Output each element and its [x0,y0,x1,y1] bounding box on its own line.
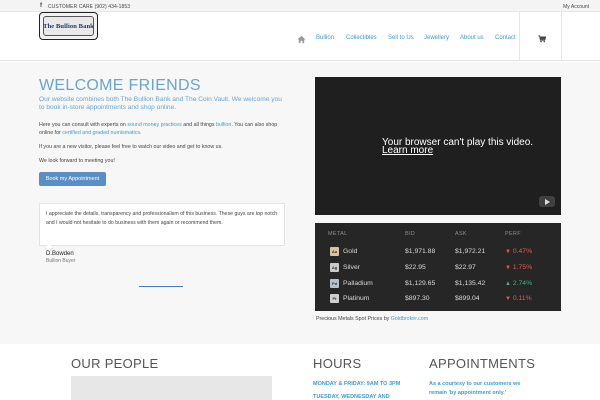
testimonial-author: D.Bowden [46,251,74,257]
col-header-ask: ASK [455,231,467,237]
book-appointment-button[interactable]: Book my Appointment [39,172,106,186]
perf-value: 2.74% [512,280,533,287]
metal-ask: $1,135.42 [455,280,486,287]
metal-perf: ▼ 0.47% [505,248,532,255]
silver-icon: Ag [330,263,339,272]
perf-value: 0.47% [512,248,533,255]
metal-bid: $897.30 [405,295,430,302]
down-arrow-icon: ▼ [505,296,511,302]
col-header-metal: METAL [328,231,348,237]
hours-heading: HOURS [313,356,362,371]
metal-bid: $22.95 [405,264,426,271]
metal-perf: ▼ 1.75% [505,264,532,271]
metal-perf: ▲ 2.74% [505,280,532,287]
intro-text: Our website combines both The Bullion Ba… [39,96,282,111]
our-people-heading: OUR PEOPLE [71,356,159,371]
closing-paragraph: We look forward to meeting you! [39,158,115,164]
hours-line: TUESDAY, WEDNESDAY AND [313,394,390,400]
metal-perf: ▼ 0.11% [505,295,532,302]
numismatics-link[interactable]: certified and graded numismatics [62,130,140,136]
nav-sell-to-us[interactable]: Sell to Us [388,35,414,41]
play-icon [545,199,550,205]
down-arrow-icon: ▼ [505,249,511,255]
metal-name: Palladium [343,280,373,287]
site-logo[interactable]: The Bullion Bank [39,12,98,40]
nav-collectibles[interactable]: Collectibles [346,35,377,41]
col-header-bid: BID [405,231,416,237]
cart-icon[interactable] [538,35,546,43]
para-text: . [140,130,142,136]
metal-bid: $1,971.88 [405,248,436,255]
perf-value: 1.75% [512,264,533,271]
intro-paragraph: Here you can consult with experts on sou… [39,121,284,137]
goldbroker-link[interactable]: Goldbroker.com [391,316,428,322]
nav-about-us[interactable]: About us [460,35,484,41]
metal-ask: $22.97 [455,264,476,271]
appointments-text: remain 'by appointment only.' [429,390,507,396]
testimonial-divider [139,286,183,287]
para-text: and all things [181,122,216,128]
visitor-paragraph: If you are a new visitor, please feel fr… [39,144,223,150]
platinum-icon: Pt [330,294,339,303]
logo-text: The Bullion Bank [43,22,94,30]
nav-jewellery[interactable]: Jewellery [424,35,449,41]
up-arrow-icon: ▲ [505,281,511,287]
testimonial-quote: I appreciate the details, transparency a… [39,203,285,246]
logo-badge: The Bullion Bank [43,16,94,36]
metal-ask: $1,972.21 [455,248,486,255]
metal-name: Platinum [343,295,370,302]
gold-icon: Au [330,247,339,256]
perf-value: 0.11% [512,295,532,302]
nav-separator-right [561,12,562,61]
sound-money-link[interactable]: sound money practices [127,122,181,128]
customer-care-text: CUSTOMER CARE (902) 434-1853 [48,3,131,10]
hours-line: MONDAY & FRIDAY: 9AM TO 3PM [313,381,401,387]
col-header-perf: PERF [505,231,521,237]
learn-more-link[interactable]: Learn more [382,145,433,156]
metal-name: Silver [343,264,360,271]
price-credit: Precious Metals Spot Prices by Goldbroke… [316,316,428,322]
people-image-placeholder [71,376,272,400]
appointments-heading: APPOINTMENTS [429,356,536,371]
top-bar: f CUSTOMER CARE (902) 434-1853 My Accoun… [0,0,600,12]
nav-bullion[interactable]: Bullion [316,35,334,41]
nav-contact[interactable]: Contact [495,35,516,41]
bullion-link[interactable]: bullion [216,122,231,128]
para-text: Here you can consult with experts on [39,122,128,128]
page-title: WELCOME FRIENDS [39,77,201,94]
palladium-icon: Pd [330,279,339,288]
nav-separator [519,12,520,61]
home-icon[interactable] [297,35,306,44]
testimonial-role: Bullion Buyer [46,258,76,264]
down-arrow-icon: ▼ [505,265,511,271]
metal-ask: $899.04 [455,295,480,302]
facebook-icon[interactable]: f [40,3,42,9]
metal-bid: $1,129.65 [405,280,436,287]
credit-text: Precious Metals Spot Prices by [316,316,391,322]
metal-name: Gold [343,248,358,255]
appointments-text: As a courtesy to our customers we [429,381,521,387]
my-account-link[interactable]: My Account [563,4,589,10]
